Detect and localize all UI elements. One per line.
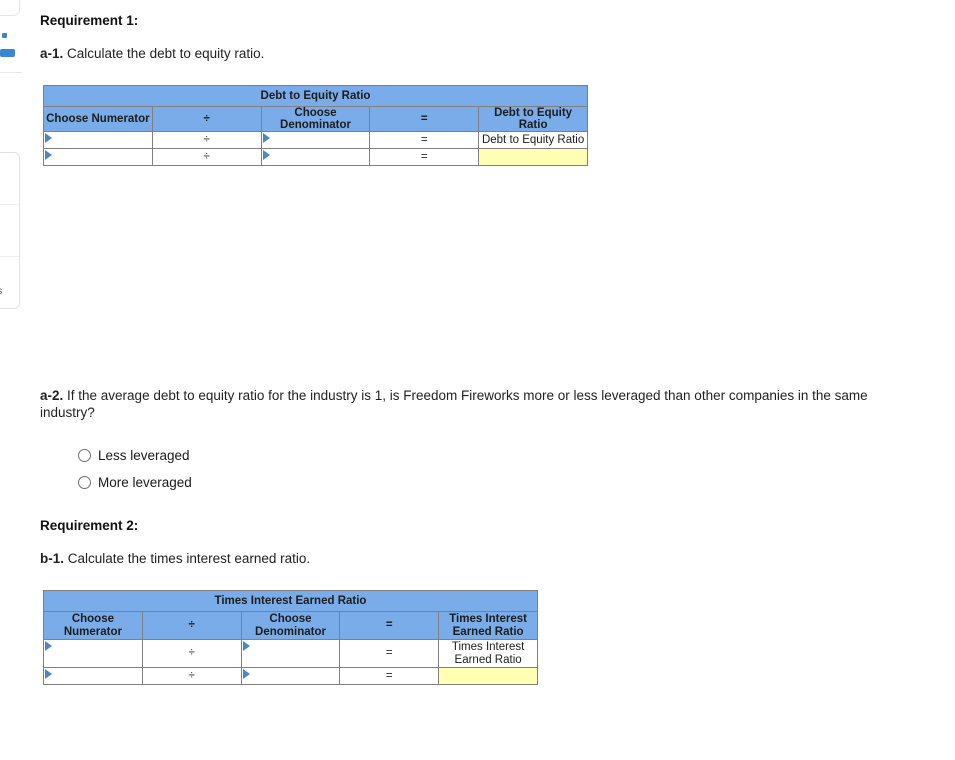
question-b1-label: b-1.	[40, 551, 65, 566]
debt-equity-table-title: Debt to Equity Ratio	[43, 85, 588, 107]
dropdown-arrow-icon	[262, 133, 270, 143]
times-interest-table-title: Times Interest Earned Ratio	[43, 590, 538, 612]
result-label-cell: Times Interest Earned Ratio	[438, 639, 538, 668]
denominator-dropdown-cell[interactable]	[240, 639, 341, 668]
numerator-dropdown-cell[interactable]	[43, 131, 153, 149]
question-a1-prompt: a-1. Calculate the debt to equity ratio.	[40, 46, 264, 61]
divide-operator: ÷	[141, 667, 242, 685]
divide-operator: ÷	[151, 148, 262, 166]
header-divide-symbol: ÷	[141, 611, 242, 640]
numerator-dropdown-cell[interactable]	[43, 148, 153, 166]
divide-operator: ÷	[141, 639, 242, 668]
table-title-row: Debt to Equity Ratio	[43, 85, 588, 107]
requirement-2-heading: Requirement 2:	[40, 518, 139, 533]
radio-option-more-leveraged[interactable]: More leveraged	[78, 473, 192, 492]
dropdown-arrow-icon	[45, 133, 52, 143]
header-divide-symbol: ÷	[151, 106, 262, 132]
dropdown-arrow-icon	[242, 669, 250, 679]
equals-operator: =	[369, 131, 480, 149]
question-b1-text: Calculate the times interest earned rati…	[64, 551, 311, 566]
dropdown-arrow-icon	[45, 641, 52, 651]
radio-option-less-leveraged[interactable]: Less leveraged	[78, 446, 192, 465]
numerator-dropdown-cell[interactable]	[43, 667, 143, 685]
dropdown-arrow-icon	[45, 669, 52, 679]
debt-to-equity-ratio-table: Debt to Equity Ratio Choose Numerator ÷ …	[43, 85, 588, 166]
question-a2-text: If the average debt to equity ratio for …	[40, 388, 868, 420]
question-a2-prompt: a-2. If the average debt to equity ratio…	[40, 387, 885, 421]
header-choose-numerator: Choose Numerator	[43, 611, 143, 640]
radio-option-label: More leveraged	[98, 475, 192, 490]
table-title-row: Times Interest Earned Ratio	[43, 590, 538, 612]
times-interest-earned-ratio-table: Times Interest Earned Ratio Choose Numer…	[43, 590, 538, 685]
times-interest-earned-ratio-answer-input[interactable]	[438, 667, 538, 685]
denominator-dropdown-cell[interactable]	[240, 667, 341, 685]
dropdown-arrow-icon	[45, 150, 52, 160]
radio-option-label: Less leveraged	[98, 448, 190, 463]
header-equals-symbol: =	[369, 106, 480, 132]
question-a2-label: a-2.	[40, 388, 64, 403]
table-row: ÷ = Debt to Equity Ratio	[43, 131, 588, 149]
equals-operator: =	[339, 639, 440, 668]
table-row: ÷ = Times Interest Earned Ratio	[43, 639, 538, 668]
requirement-1-heading: Requirement 1:	[40, 13, 139, 28]
equals-operator: =	[369, 148, 480, 166]
table-header-row: Choose Numerator ÷ Choose Denominator = …	[43, 611, 538, 640]
denominator-dropdown-cell[interactable]	[260, 148, 371, 166]
numerator-dropdown-cell[interactable]	[43, 639, 143, 668]
header-choose-denominator: Choose Denominator	[260, 106, 371, 132]
dropdown-arrow-icon	[242, 641, 250, 651]
question-b1-prompt: b-1. Calculate the times interest earned…	[40, 551, 310, 566]
header-times-interest-earned-ratio: Times Interest Earned Ratio	[438, 611, 538, 640]
question-content: Requirement 1: a-1. Calculate the debt t…	[0, 0, 955, 760]
table-row: ÷ =	[43, 667, 538, 685]
denominator-dropdown-cell[interactable]	[260, 131, 371, 149]
table-header-row: Choose Numerator ÷ Choose Denominator = …	[43, 106, 588, 132]
question-a1-label: a-1.	[40, 46, 64, 61]
header-debt-to-equity-ratio: Debt to Equity Ratio	[478, 106, 588, 132]
radio-button-icon[interactable]	[78, 449, 91, 462]
equals-operator: =	[339, 667, 440, 685]
header-choose-numerator: Choose Numerator	[43, 106, 153, 132]
leverage-radio-group: Less leveraged More leveraged	[78, 446, 192, 500]
radio-button-icon[interactable]	[78, 476, 91, 489]
divide-operator: ÷	[151, 131, 262, 149]
result-label-cell: Debt to Equity Ratio	[478, 131, 588, 149]
table-row: ÷ =	[43, 148, 588, 166]
header-choose-denominator: Choose Denominator	[240, 611, 341, 640]
debt-to-equity-ratio-answer-input[interactable]	[478, 148, 588, 166]
question-a1-text: Calculate the debt to equity ratio.	[63, 46, 265, 61]
header-equals-symbol: =	[339, 611, 440, 640]
dropdown-arrow-icon	[262, 150, 270, 160]
